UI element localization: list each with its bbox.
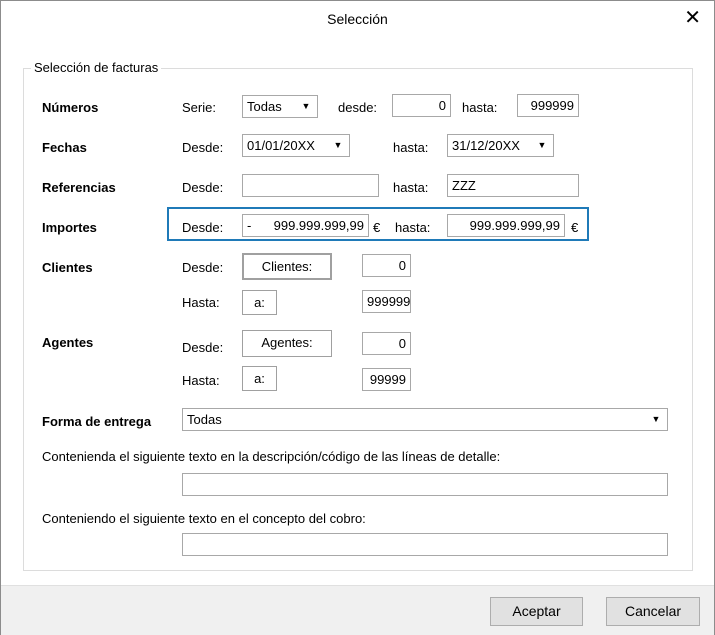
importes-hasta-currency: €	[571, 220, 579, 235]
referencias-desde-input[interactable]	[242, 174, 379, 197]
numeros-desde-input[interactable]: 0	[392, 94, 451, 117]
referencias-hasta-input[interactable]: ZZZ	[447, 174, 579, 197]
fechas-desde-value: 01/01/20XX	[247, 138, 315, 153]
numeros-hasta-input[interactable]: 999999	[517, 94, 579, 117]
importes-label: Importes	[42, 220, 97, 235]
forma-entrega-select[interactable]: Todas ▼	[182, 408, 668, 431]
close-icon[interactable]: ✕	[684, 5, 701, 30]
texto-detalle-label: Contenienda el siguiente texto en la des…	[42, 449, 501, 464]
agentes-hasta-label: Hasta:	[182, 373, 220, 388]
referencias-hasta-label: hasta:	[393, 180, 429, 195]
fechas-hasta-select[interactable]: 31/12/20XX ▼	[447, 134, 554, 157]
numeros-desde-label: desde:	[338, 100, 378, 115]
clientes-hasta-input[interactable]: 999999	[362, 290, 411, 313]
cancel-button[interactable]: Cancelar	[606, 597, 700, 626]
clientes-desde-label: Desde:	[182, 260, 224, 275]
fechas-hasta-label: hasta:	[393, 140, 429, 155]
chevron-down-icon[interactable]: ▼	[533, 135, 551, 156]
dialog-title: Selección	[327, 11, 388, 27]
chevron-down-icon[interactable]: ▼	[297, 96, 315, 117]
serie-label: Serie:	[182, 100, 216, 115]
agentes-label: Agentes	[42, 335, 94, 350]
importes-hasta-input[interactable]: 999.999.999,99	[447, 214, 565, 237]
texto-cobro-label: Conteniendo el siguiente texto en el con…	[42, 511, 366, 526]
fechas-label: Fechas	[42, 140, 87, 155]
clientes-hasta-label: Hasta:	[182, 295, 220, 310]
agentes-desde-label: Desde:	[182, 340, 224, 355]
fechas-hasta-value: 31/12/20XX	[452, 138, 520, 153]
referencias-desde-label: Desde:	[182, 180, 224, 195]
clientes-desde-input[interactable]: 0	[362, 254, 411, 277]
chevron-down-icon[interactable]: ▼	[329, 135, 347, 156]
importes-desde-currency: €	[373, 220, 381, 235]
agentes-desde-button[interactable]: Agentes:	[242, 330, 332, 357]
numeros-label: Números	[42, 100, 99, 115]
serie-select[interactable]: Todas ▼	[242, 95, 318, 118]
importes-desde-value: 999.999.999,99	[273, 218, 364, 233]
group-legend: Selección de facturas	[31, 60, 162, 75]
texto-cobro-input[interactable]	[182, 533, 668, 556]
clientes-hasta-button[interactable]: a:	[242, 290, 277, 315]
selection-dialog: Selección ✕ Selección de facturas Número…	[0, 0, 715, 635]
agentes-desde-input[interactable]: 0	[362, 332, 411, 355]
agentes-hasta-button[interactable]: a:	[242, 366, 277, 391]
numeros-hasta-label: hasta:	[462, 100, 498, 115]
clientes-desde-button[interactable]: Clientes:	[242, 253, 332, 280]
texto-detalle-input[interactable]	[182, 473, 668, 496]
importes-hasta-label: hasta:	[395, 220, 431, 235]
forma-entrega-value: Todas	[187, 412, 222, 427]
serie-value: Todas	[247, 99, 282, 114]
importes-desde-input[interactable]: - 999.999.999,99	[242, 214, 369, 237]
chevron-down-icon[interactable]: ▼	[647, 409, 665, 430]
fechas-desde-label: Desde:	[182, 140, 224, 155]
agentes-hasta-input[interactable]: 99999	[362, 368, 411, 391]
importes-desde-label: Desde:	[182, 220, 224, 235]
importes-desde-sign: -	[247, 218, 252, 233]
clientes-label: Clientes	[42, 260, 93, 275]
referencias-label: Referencias	[42, 180, 116, 195]
forma-entrega-label: Forma de entrega	[42, 414, 152, 429]
fechas-desde-select[interactable]: 01/01/20XX ▼	[242, 134, 350, 157]
accept-button[interactable]: Aceptar	[490, 597, 583, 626]
